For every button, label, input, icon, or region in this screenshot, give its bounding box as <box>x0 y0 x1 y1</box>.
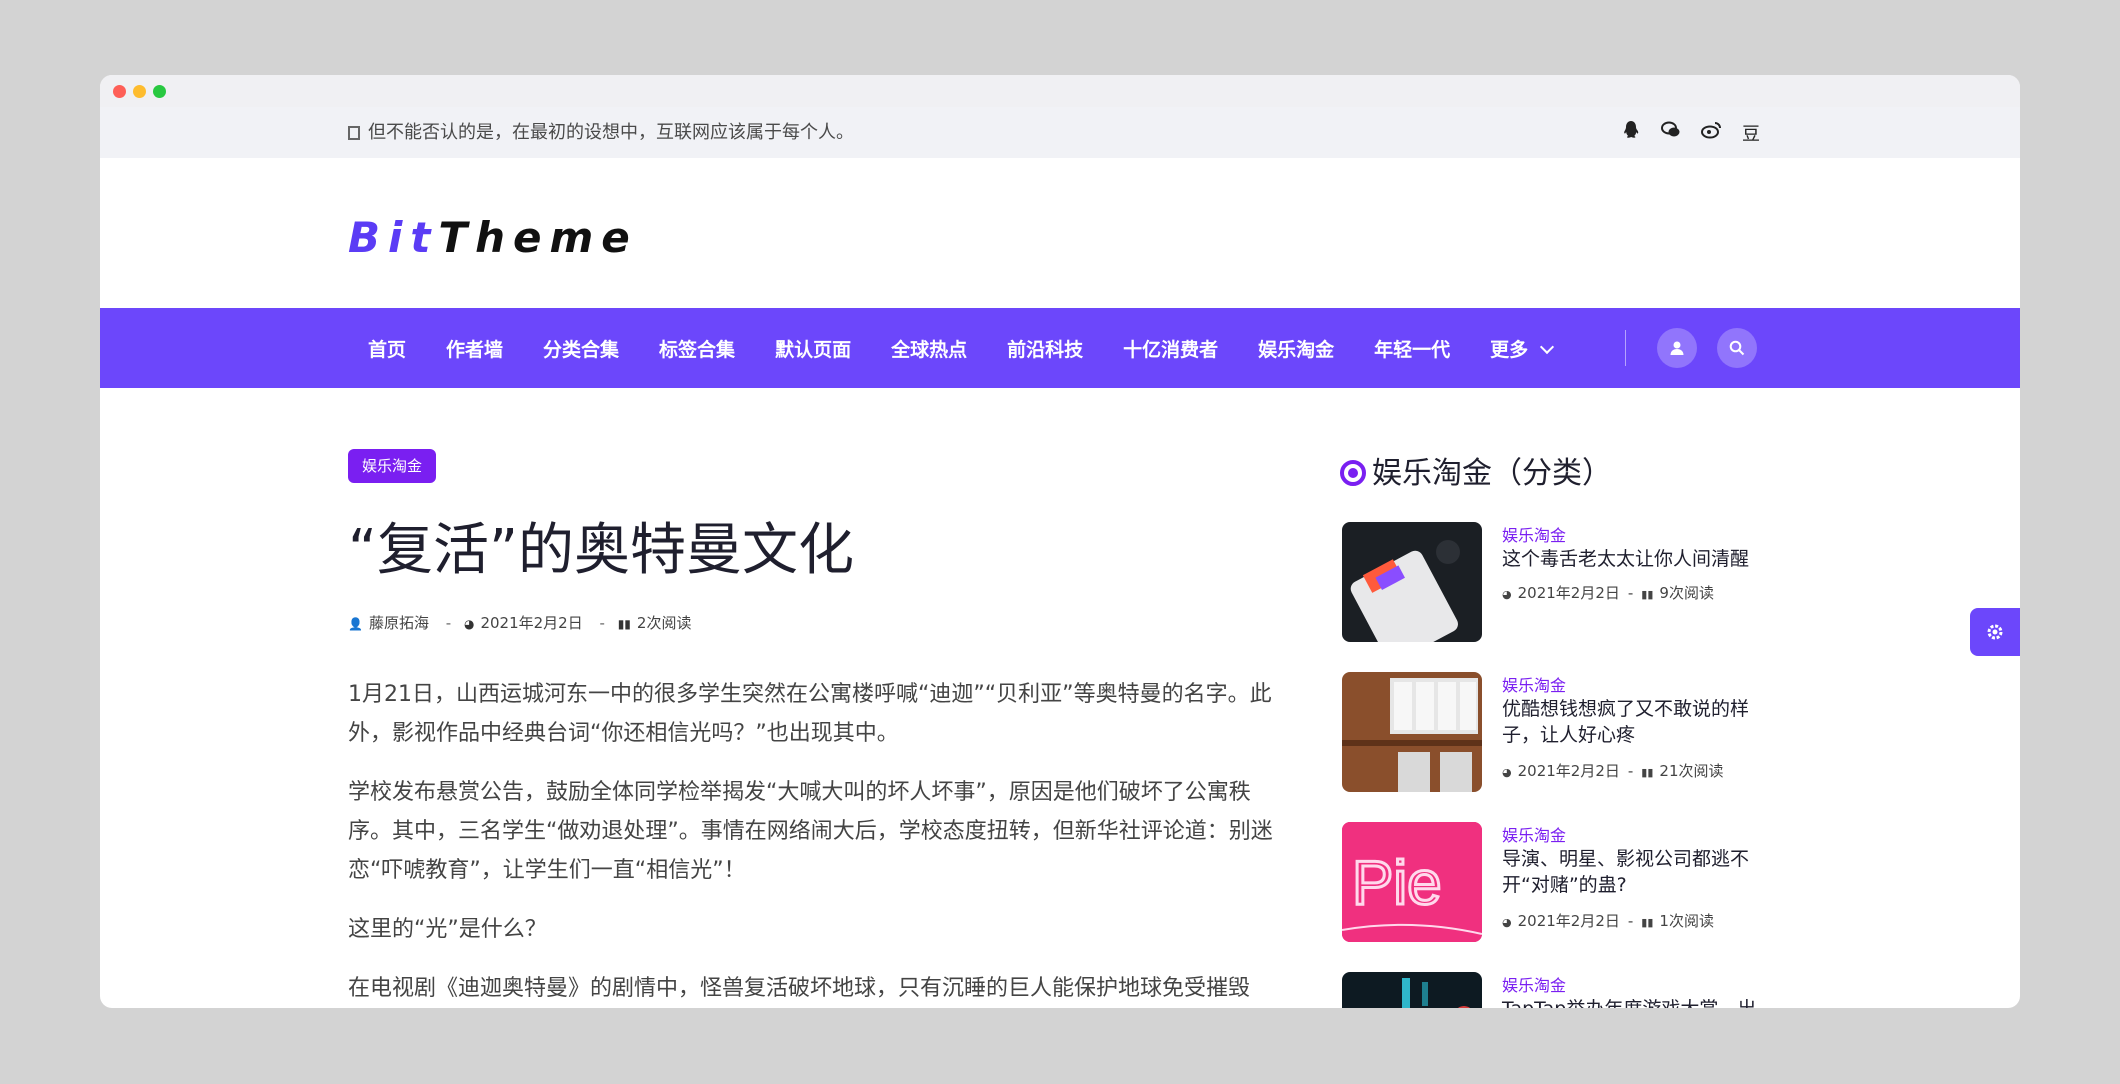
meta-separator: - <box>1627 584 1634 602</box>
nav-item-home[interactable]: 首页 <box>348 335 426 362</box>
post-date: 2021年2月2日 <box>1517 762 1620 780</box>
post-meta: ◕ 2021年2月2日 - ▮▮ 21次阅读 <box>1502 760 1724 781</box>
meta-separator: - <box>1627 762 1634 780</box>
nav-item-tech[interactable]: 前沿科技 <box>987 335 1103 362</box>
window-titlebar <box>100 75 2020 107</box>
book-icon: ▮▮ <box>617 617 631 631</box>
browser-window: 但不能否认的是，在最初的设想中，互联网应该属于每个人。 豆 BitTheme 首… <box>100 75 2020 1008</box>
post-thumbnail[interactable] <box>1342 672 1482 792</box>
minimize-window-button[interactable] <box>133 85 146 98</box>
sidebar-post[interactable]: 娱乐淘金 优酷想钱想疯了又不敢说的样子，让人好心疼 ◕ 2021年2月2日 - ▮▮ 2… <box>1342 672 1762 794</box>
target-icon <box>1340 460 1366 486</box>
post-meta: ◕ 2021年2月2日 - ▮▮ 1次阅读 <box>1502 910 1714 931</box>
nav-item-more[interactable]: 更多 <box>1470 335 1572 362</box>
post-reads: 1次阅读 <box>1659 912 1714 930</box>
clock-icon: ◕ <box>463 617 475 631</box>
douban-icon[interactable]: 豆 <box>1740 120 1762 146</box>
nav-item-authors[interactable]: 作者墙 <box>426 335 523 362</box>
post-category[interactable]: 娱乐淘金 <box>1502 672 1566 696</box>
article-paragraph: 在电视剧《迪迦奥特曼》的剧情中，怪兽复活破坏地球，只有沉睡的巨人能保护地球免受摧… <box>348 976 1251 1001</box>
nav-item-default-page[interactable]: 默认页面 <box>755 335 871 362</box>
post-thumbnail[interactable] <box>1342 522 1482 642</box>
social-links: 豆 <box>1620 107 1762 158</box>
article-meta: 👤 藤原拓海 - ◕ 2021年2月2日 - ▮▮ 2次阅读 <box>348 612 695 633</box>
book-icon: ▮▮ <box>1641 916 1654 929</box>
sidebar-title-text: 娱乐淘金（分类） <box>1372 456 1612 491</box>
close-window-button[interactable] <box>113 85 126 98</box>
nav-more-label: 更多 <box>1490 338 1529 361</box>
article-paragraph: 学校发布悬赏公告，鼓励全体同学检举揭发“大喊大叫的坏人坏事”，原因是他们破坏了公… <box>348 780 1273 883</box>
meta-separator: - <box>599 614 605 632</box>
wechat-icon[interactable] <box>1660 121 1682 144</box>
meta-separator: - <box>1627 912 1634 930</box>
nav-item-consumers[interactable]: 十亿消费者 <box>1103 335 1238 362</box>
top-info-bar: 但不能否认的是，在最初的设想中，互联网应该属于每个人。 豆 <box>100 107 2020 158</box>
author-icon: 👤 <box>348 617 363 631</box>
weibo-icon[interactable] <box>1700 121 1722 144</box>
meta-separator: - <box>445 614 452 632</box>
post-category[interactable]: 娱乐淘金 <box>1502 522 1566 546</box>
nav-item-young[interactable]: 年轻一代 <box>1354 335 1470 362</box>
sidebar-title: 娱乐淘金（分类） <box>1340 448 1612 492</box>
site-logo[interactable]: BitTheme <box>348 213 638 273</box>
nav-item-entertainment[interactable]: 娱乐淘金 <box>1238 335 1354 362</box>
article-title: “复活”的奥特曼文化 <box>348 518 855 583</box>
category-badge[interactable]: 娱乐淘金 <box>348 449 437 483</box>
sidebar-post[interactable]: 娱乐淘金 这个毒舌老太太让你人间清醒 ◕ 2021年2月2日 - ▮▮ 9次阅读 <box>1342 522 1762 644</box>
nav-item-categories[interactable]: 分类合集 <box>523 335 639 362</box>
clock-icon: ◕ <box>1502 766 1512 779</box>
post-reads: 21次阅读 <box>1659 762 1724 780</box>
logo-part2: Theme <box>438 213 638 262</box>
sidebar-post[interactable]: Pie 娱乐淘金 导演、明星、影视公司都逃不开“对赌”的蛊? ◕ 2021年2月2… <box>1342 822 1762 944</box>
search-button[interactable] <box>1717 328 1757 368</box>
qq-icon[interactable] <box>1620 120 1642 145</box>
clock-icon: ◕ <box>1502 916 1512 929</box>
book-icon: ▮▮ <box>1641 766 1654 779</box>
user-icon <box>1670 341 1684 355</box>
post-title[interactable]: 导演、明星、影视公司都逃不开“对赌”的蛊? <box>1502 846 1772 898</box>
post-title[interactable]: TapTap举办年度游戏大赏，出 <box>1502 996 1772 1008</box>
post-title[interactable]: 优酷想钱想疯了又不敢说的样子，让人好心疼 <box>1502 696 1772 748</box>
post-meta: ◕ 2021年2月2日 - ▮▮ 9次阅读 <box>1502 582 1714 603</box>
post-reads: 9次阅读 <box>1659 584 1714 602</box>
nav-divider <box>1625 330 1626 366</box>
clock-icon: ◕ <box>1502 588 1512 601</box>
neon-sign-text: Pie <box>1352 849 1442 918</box>
maximize-window-button[interactable] <box>153 85 166 98</box>
post-thumbnail[interactable] <box>1342 972 1482 1008</box>
post-thumbnail[interactable]: Pie <box>1342 822 1482 942</box>
logo-part1: Bit <box>348 213 439 262</box>
article-paragraph: 这里的“光”是什么？ <box>348 917 547 942</box>
book-icon: ▮▮ <box>1641 588 1654 601</box>
chevron-down-icon <box>1540 339 1555 354</box>
gear-icon <box>1987 624 2003 640</box>
post-date: 2021年2月2日 <box>1517 584 1620 602</box>
notice-icon <box>348 126 360 140</box>
site-notice: 但不能否认的是，在最初的设想中，互联网应该属于每个人。 <box>348 107 854 158</box>
post-title[interactable]: 这个毒舌老太太让你人间清醒 <box>1502 546 1772 572</box>
notice-text: 但不能否认的是，在最初的设想中，互联网应该属于每个人。 <box>368 122 854 143</box>
post-date: 2021年2月2日 <box>1517 912 1620 930</box>
post-category[interactable]: 娱乐淘金 <box>1502 822 1566 846</box>
settings-button[interactable] <box>1970 608 2020 656</box>
article-author[interactable]: 藤原拓海 <box>369 614 429 632</box>
nav-item-tags[interactable]: 标签合集 <box>639 335 755 362</box>
post-category[interactable]: 娱乐淘金 <box>1502 972 1566 996</box>
user-button[interactable] <box>1657 328 1697 368</box>
sidebar-post[interactable]: 娱乐淘金 TapTap举办年度游戏大赏，出 <box>1342 972 1762 1008</box>
article-body: 1月21日，山西运城河东一中的很多学生突然在公寓楼呼喊“迪迦”“贝利亚”等奥特曼… <box>348 675 1288 1008</box>
article-date: 2021年2月2日 <box>480 614 583 632</box>
main-navigation: 首页 作者墙 分类合集 标签合集 默认页面 全球热点 前沿科技 十亿消费者 娱乐… <box>100 308 2020 388</box>
article-reads: 2次阅读 <box>636 614 692 632</box>
article-paragraph: 1月21日，山西运城河东一中的很多学生突然在公寓楼呼喊“迪迦”“贝利亚”等奥特曼… <box>348 682 1272 746</box>
search-icon <box>1729 340 1745 356</box>
nav-item-global-hot[interactable]: 全球热点 <box>871 335 987 362</box>
